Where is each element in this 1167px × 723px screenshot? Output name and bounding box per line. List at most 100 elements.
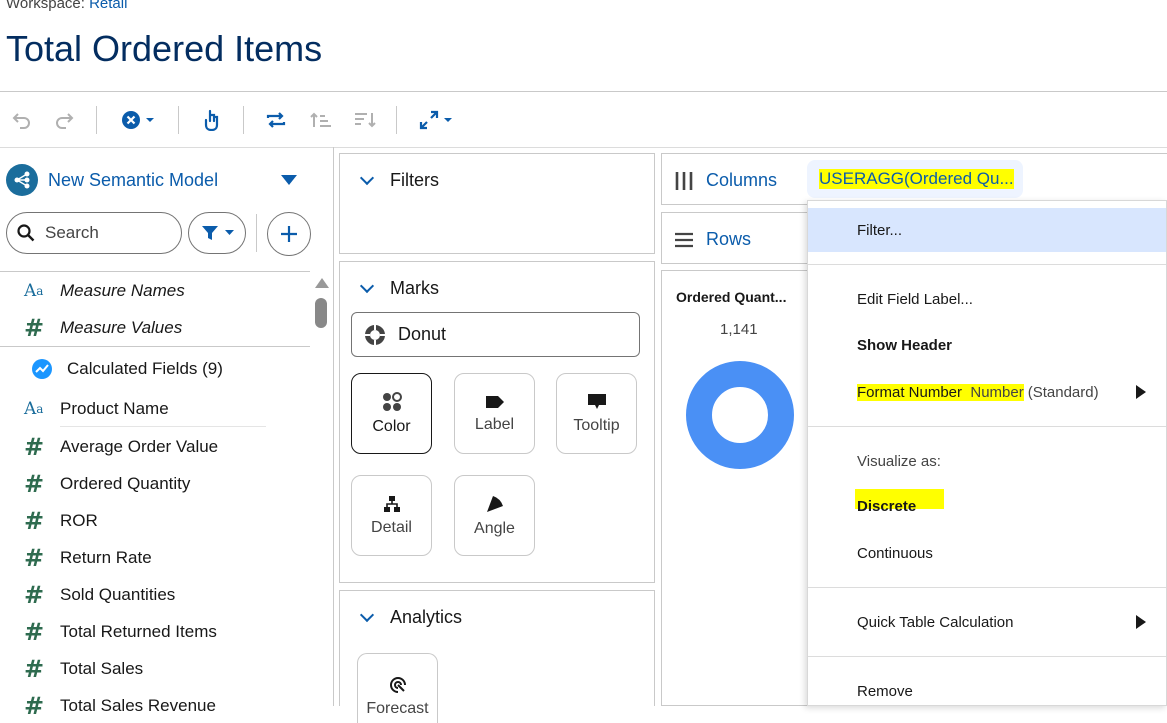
donut-chart — [686, 361, 794, 469]
menu-divider — [808, 264, 1166, 265]
filters-header[interactable]: Filters — [340, 154, 654, 191]
field-ror[interactable]: # ROR — [24, 507, 98, 535]
interaction-icon[interactable] — [200, 108, 224, 132]
color-icon — [382, 391, 402, 411]
field-return-rate[interactable]: # Return Rate — [24, 544, 152, 572]
field-product-name[interactable]: Aa Product Name — [24, 395, 169, 423]
pill-text: USERAGG(Ordered Qu... — [819, 169, 1014, 189]
workspace-link[interactable]: Retail — [89, 0, 127, 12]
number-type-icon: # — [24, 470, 45, 498]
clear-icon — [122, 111, 140, 129]
toolbar-divider — [96, 106, 97, 134]
marks-header[interactable]: Marks — [340, 262, 654, 299]
toolbar-divider — [178, 106, 179, 134]
menu-item-discrete[interactable]: Discrete — [808, 484, 1166, 528]
search-icon — [17, 224, 35, 242]
visualize-as-heading: Visualize as: — [857, 452, 941, 470]
chevron-down-icon — [359, 278, 375, 293]
workspace-label: Workspace: — [6, 0, 85, 12]
menu-divider — [808, 656, 1166, 657]
field-measure-names[interactable]: Aa Measure Names — [24, 277, 185, 305]
detail-icon — [383, 495, 400, 512]
number-type-icon: # — [24, 655, 45, 683]
menu-item-edit-field-label[interactable]: Edit Field Label... — [808, 277, 1166, 321]
analytics-header[interactable]: Analytics — [340, 591, 654, 628]
field-search[interactable] — [6, 212, 182, 254]
chevron-down-icon — [359, 170, 375, 185]
menu-item-continuous[interactable]: Continuous — [808, 531, 1166, 575]
number-type-icon: # — [24, 433, 45, 461]
scroll-up-arrow-icon[interactable] — [315, 278, 329, 288]
calculated-fields-folder[interactable]: Calculated Fields (9) — [31, 355, 223, 383]
field-average-order-value[interactable]: # Average Order Value — [24, 433, 218, 461]
tooltip-tile[interactable]: Tooltip — [556, 373, 637, 454]
menu-item-show-header[interactable]: Show Header — [808, 323, 1166, 367]
detail-tile[interactable]: Detail — [351, 475, 432, 556]
number-type-icon: # — [24, 692, 45, 720]
divider — [60, 426, 266, 427]
color-tile[interactable]: Color — [351, 373, 432, 454]
menu-item-format-number[interactable]: Format Number Number (Standard) — [808, 370, 1166, 414]
mark-type-select[interactable]: Donut — [351, 312, 640, 357]
rows-shelf: Rows — [661, 212, 811, 264]
redo-icon[interactable] — [52, 108, 76, 132]
header-divider — [0, 91, 1167, 92]
chevron-down-icon — [359, 607, 375, 622]
donut-icon — [364, 323, 386, 346]
scrollbar-thumb[interactable] — [315, 298, 327, 328]
number-type-icon: # — [24, 618, 45, 646]
field-total-returned-items[interactable]: # Total Returned Items — [24, 618, 217, 646]
page-title: Total Ordered Items — [6, 28, 323, 69]
menu-item-quick-table-calculation[interactable]: Quick Table Calculation — [808, 600, 1166, 644]
semantic-model-name[interactable]: New Semantic Model — [48, 170, 218, 191]
field-ordered-quantity[interactable]: # Ordered Quantity — [24, 470, 190, 498]
chart-header: Ordered Quant... — [676, 289, 787, 305]
number-type-icon: # — [24, 314, 45, 342]
menu-divider — [808, 587, 1166, 588]
toolbar-divider — [396, 106, 397, 134]
funnel-icon — [201, 226, 218, 240]
menu-item-filter[interactable]: Filter... — [808, 208, 1166, 252]
field-sold-quantities[interactable]: # Sold Quantities — [24, 581, 175, 609]
chevron-down-icon — [444, 118, 452, 122]
field-context-menu: Filter... Edit Field Label... Show Heade… — [807, 200, 1167, 706]
angle-icon — [486, 495, 503, 512]
columns-field-pill[interactable]: USERAGG(Ordered Qu... — [807, 160, 1023, 198]
forecast-tile[interactable]: Forecast — [357, 653, 438, 723]
chevron-down-icon — [146, 118, 154, 122]
swap-icon[interactable] — [264, 108, 288, 132]
filters-card: Filters — [339, 153, 655, 254]
donut-slice[interactable] — [686, 361, 794, 469]
divider — [0, 271, 310, 272]
field-filter-button[interactable] — [188, 212, 246, 254]
undo-icon[interactable] — [10, 108, 34, 132]
columns-icon — [675, 171, 693, 190]
clear-menu-button[interactable] — [118, 108, 158, 132]
search-input[interactable] — [45, 223, 165, 243]
sort-asc-icon[interactable] — [309, 108, 333, 132]
divider — [256, 214, 257, 252]
text-type-icon: Aa — [24, 281, 44, 301]
field-list-scrollbar[interactable] — [312, 272, 330, 706]
angle-tile[interactable]: Angle — [454, 475, 535, 556]
field-total-sales[interactable]: # Total Sales — [24, 655, 143, 683]
number-type-icon: # — [24, 507, 45, 535]
menu-item-remove[interactable]: Remove — [808, 669, 1166, 713]
label-tile[interactable]: Label — [454, 373, 535, 454]
add-field-button[interactable] — [267, 212, 311, 256]
sort-desc-icon[interactable] — [353, 108, 377, 132]
field-measure-values[interactable]: # Measure Values — [24, 314, 182, 342]
number-type-icon: # — [24, 581, 45, 609]
chevron-down-icon — [224, 230, 234, 235]
fit-icon — [419, 110, 439, 130]
submenu-arrow-icon — [1136, 615, 1146, 629]
divider — [0, 346, 310, 347]
rows-icon — [675, 232, 693, 247]
workspace-breadcrumb: Workspace: Retail — [6, 0, 127, 12]
semantic-model-icon — [6, 164, 38, 196]
rows-label: Rows — [706, 229, 752, 249]
fit-menu-button[interactable] — [416, 108, 456, 132]
field-total-sales-revenue[interactable]: # Total Sales Revenue — [24, 692, 216, 720]
model-dropdown-icon[interactable] — [281, 175, 297, 185]
toolbar-divider — [243, 106, 244, 134]
